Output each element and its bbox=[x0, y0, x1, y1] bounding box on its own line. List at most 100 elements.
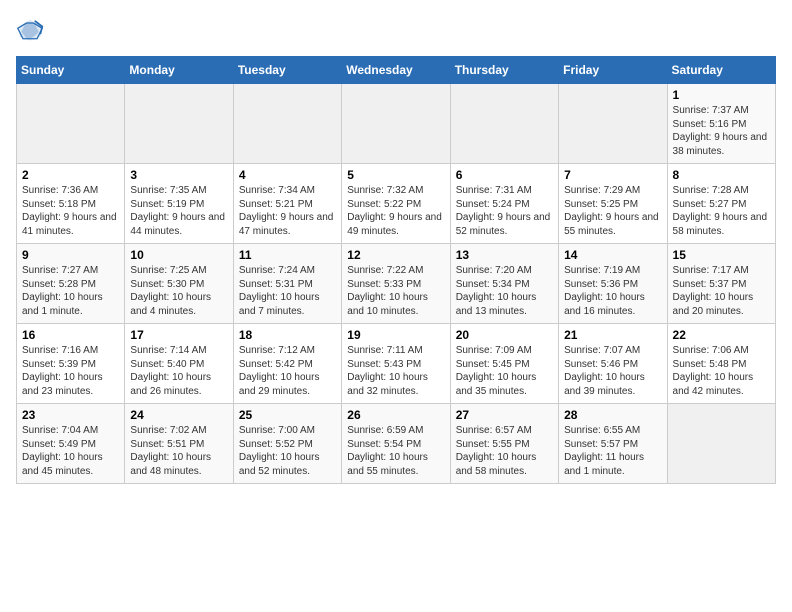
calendar-table: SundayMondayTuesdayWednesdayThursdayFrid… bbox=[16, 56, 776, 484]
calendar-week-row: 2Sunrise: 7:36 AM Sunset: 5:18 PM Daylig… bbox=[17, 164, 776, 244]
day-info: Sunrise: 6:55 AM Sunset: 5:57 PM Dayligh… bbox=[564, 424, 661, 478]
calendar-body: 1 Sunrise: 7:37 AM Sunset: 5:16 PM Daylig… bbox=[17, 84, 776, 484]
day-info: Sunrise: 7:06 AM Sunset: 5:48 PM Dayligh… bbox=[673, 344, 770, 398]
day-number: 7 bbox=[564, 168, 661, 182]
day-number: 20 bbox=[456, 328, 553, 342]
day-number: 9 bbox=[22, 248, 119, 262]
day-info: Sunrise: 7:19 AM Sunset: 5:36 PM Dayligh… bbox=[564, 264, 661, 318]
calendar-cell bbox=[17, 84, 125, 164]
day-number: 21 bbox=[564, 328, 661, 342]
weekday-header-tuesday: Tuesday bbox=[233, 57, 341, 84]
day-info: Sunrise: 7:02 AM Sunset: 5:51 PM Dayligh… bbox=[130, 424, 227, 478]
calendar-week-row: 9 Sunrise: 7:27 AM Sunset: 5:28 PM Daylig… bbox=[17, 244, 776, 324]
day-info: Sunrise: 7:12 AM Sunset: 5:42 PM Dayligh… bbox=[239, 344, 336, 398]
calendar-cell bbox=[559, 84, 667, 164]
calendar-cell: 2Sunrise: 7:36 AM Sunset: 5:18 PM Daylig… bbox=[17, 164, 125, 244]
day-info: Sunrise: 7:00 AM Sunset: 5:52 PM Dayligh… bbox=[239, 424, 336, 478]
weekday-header-saturday: Saturday bbox=[667, 57, 775, 84]
calendar-cell: 3 Sunrise: 7:35 AM Sunset: 5:19 PM Daylig… bbox=[125, 164, 233, 244]
calendar-cell: 27 Sunrise: 6:57 AM Sunset: 5:55 PM Dayli… bbox=[450, 404, 558, 484]
calendar-cell: 9 Sunrise: 7:27 AM Sunset: 5:28 PM Daylig… bbox=[17, 244, 125, 324]
calendar-cell: 8 Sunrise: 7:28 AM Sunset: 5:27 PM Daylig… bbox=[667, 164, 775, 244]
day-info: Sunrise: 7:22 AM Sunset: 5:33 PM Dayligh… bbox=[347, 264, 444, 318]
calendar-cell: 5 Sunrise: 7:32 AM Sunset: 5:22 PM Daylig… bbox=[342, 164, 450, 244]
calendar-cell: 11 Sunrise: 7:24 AM Sunset: 5:31 PM Dayli… bbox=[233, 244, 341, 324]
weekday-header-row: SundayMondayTuesdayWednesdayThursdayFrid… bbox=[17, 57, 776, 84]
calendar-cell: 6 Sunrise: 7:31 AM Sunset: 5:24 PM Daylig… bbox=[450, 164, 558, 244]
day-number: 28 bbox=[564, 408, 661, 422]
day-info: Sunrise: 6:59 AM Sunset: 5:54 PM Dayligh… bbox=[347, 424, 444, 478]
day-info: Sunrise: 7:09 AM Sunset: 5:45 PM Dayligh… bbox=[456, 344, 553, 398]
day-number: 16 bbox=[22, 328, 119, 342]
calendar-cell bbox=[125, 84, 233, 164]
calendar-cell: 4 Sunrise: 7:34 AM Sunset: 5:21 PM Daylig… bbox=[233, 164, 341, 244]
page-header bbox=[16, 16, 776, 44]
day-info: Sunrise: 7:35 AM Sunset: 5:19 PM Dayligh… bbox=[130, 184, 227, 238]
day-number: 18 bbox=[239, 328, 336, 342]
weekday-header-friday: Friday bbox=[559, 57, 667, 84]
calendar-week-row: 16 Sunrise: 7:16 AM Sunset: 5:39 PM Dayli… bbox=[17, 324, 776, 404]
calendar-cell: 18 Sunrise: 7:12 AM Sunset: 5:42 PM Dayli… bbox=[233, 324, 341, 404]
day-number: 14 bbox=[564, 248, 661, 262]
day-number: 19 bbox=[347, 328, 444, 342]
calendar-cell: 26Sunrise: 6:59 AM Sunset: 5:54 PM Dayli… bbox=[342, 404, 450, 484]
day-number: 17 bbox=[130, 328, 227, 342]
day-info: Sunrise: 7:07 AM Sunset: 5:46 PM Dayligh… bbox=[564, 344, 661, 398]
day-info: Sunrise: 7:04 AM Sunset: 5:49 PM Dayligh… bbox=[22, 424, 119, 478]
day-number: 4 bbox=[239, 168, 336, 182]
day-number: 11 bbox=[239, 248, 336, 262]
day-number: 25 bbox=[239, 408, 336, 422]
day-number: 24 bbox=[130, 408, 227, 422]
day-number: 23 bbox=[22, 408, 119, 422]
logo bbox=[16, 16, 48, 44]
day-number: 10 bbox=[130, 248, 227, 262]
weekday-header-sunday: Sunday bbox=[17, 57, 125, 84]
logo-icon bbox=[16, 16, 44, 44]
day-number: 3 bbox=[130, 168, 227, 182]
calendar-cell: 20 Sunrise: 7:09 AM Sunset: 5:45 PM Dayli… bbox=[450, 324, 558, 404]
day-number: 1 bbox=[673, 88, 770, 102]
day-info: Sunrise: 7:24 AM Sunset: 5:31 PM Dayligh… bbox=[239, 264, 336, 318]
day-number: 6 bbox=[456, 168, 553, 182]
calendar-cell bbox=[233, 84, 341, 164]
day-info: Sunrise: 7:34 AM Sunset: 5:21 PM Dayligh… bbox=[239, 184, 336, 238]
day-number: 8 bbox=[673, 168, 770, 182]
day-info: Sunrise: 7:29 AM Sunset: 5:25 PM Dayligh… bbox=[564, 184, 661, 238]
day-info: Sunrise: 7:31 AM Sunset: 5:24 PM Dayligh… bbox=[456, 184, 553, 238]
weekday-header-wednesday: Wednesday bbox=[342, 57, 450, 84]
calendar-cell: 24 Sunrise: 7:02 AM Sunset: 5:51 PM Dayli… bbox=[125, 404, 233, 484]
calendar-cell: 14 Sunrise: 7:19 AM Sunset: 5:36 PM Dayli… bbox=[559, 244, 667, 324]
day-info: Sunrise: 7:27 AM Sunset: 5:28 PM Dayligh… bbox=[22, 264, 119, 318]
day-info: Sunrise: 6:57 AM Sunset: 5:55 PM Dayligh… bbox=[456, 424, 553, 478]
day-info: Sunrise: 7:11 AM Sunset: 5:43 PM Dayligh… bbox=[347, 344, 444, 398]
day-info: Sunrise: 7:16 AM Sunset: 5:39 PM Dayligh… bbox=[22, 344, 119, 398]
day-number: 22 bbox=[673, 328, 770, 342]
calendar-cell: 13Sunrise: 7:20 AM Sunset: 5:34 PM Dayli… bbox=[450, 244, 558, 324]
day-number: 15 bbox=[673, 248, 770, 262]
day-info: Sunrise: 7:17 AM Sunset: 5:37 PM Dayligh… bbox=[673, 264, 770, 318]
calendar-cell: 12 Sunrise: 7:22 AM Sunset: 5:33 PM Dayli… bbox=[342, 244, 450, 324]
calendar-week-row: 1 Sunrise: 7:37 AM Sunset: 5:16 PM Daylig… bbox=[17, 84, 776, 164]
calendar-cell: 17 Sunrise: 7:14 AM Sunset: 5:40 PM Dayli… bbox=[125, 324, 233, 404]
day-number: 27 bbox=[456, 408, 553, 422]
calendar-cell: 16 Sunrise: 7:16 AM Sunset: 5:39 PM Dayli… bbox=[17, 324, 125, 404]
calendar-cell bbox=[342, 84, 450, 164]
calendar-cell bbox=[450, 84, 558, 164]
day-info: Sunrise: 7:32 AM Sunset: 5:22 PM Dayligh… bbox=[347, 184, 444, 238]
calendar-cell: 10 Sunrise: 7:25 AM Sunset: 5:30 PM Dayli… bbox=[125, 244, 233, 324]
day-number: 5 bbox=[347, 168, 444, 182]
weekday-header-monday: Monday bbox=[125, 57, 233, 84]
calendar-header: SundayMondayTuesdayWednesdayThursdayFrid… bbox=[17, 57, 776, 84]
day-info: Sunrise: 7:28 AM Sunset: 5:27 PM Dayligh… bbox=[673, 184, 770, 238]
day-info: Sunrise: 7:37 AM Sunset: 5:16 PM Dayligh… bbox=[673, 104, 770, 158]
calendar-cell: 19 Sunrise: 7:11 AM Sunset: 5:43 PM Dayli… bbox=[342, 324, 450, 404]
day-info: Sunrise: 7:36 AM Sunset: 5:18 PM Dayligh… bbox=[22, 184, 119, 238]
day-number: 12 bbox=[347, 248, 444, 262]
calendar-cell: 28 Sunrise: 6:55 AM Sunset: 5:57 PM Dayli… bbox=[559, 404, 667, 484]
day-info: Sunrise: 7:25 AM Sunset: 5:30 PM Dayligh… bbox=[130, 264, 227, 318]
calendar-cell: 7 Sunrise: 7:29 AM Sunset: 5:25 PM Daylig… bbox=[559, 164, 667, 244]
weekday-header-thursday: Thursday bbox=[450, 57, 558, 84]
calendar-cell: 23 Sunrise: 7:04 AM Sunset: 5:49 PM Dayli… bbox=[17, 404, 125, 484]
calendar-cell: 22 Sunrise: 7:06 AM Sunset: 5:48 PM Dayli… bbox=[667, 324, 775, 404]
day-info: Sunrise: 7:14 AM Sunset: 5:40 PM Dayligh… bbox=[130, 344, 227, 398]
